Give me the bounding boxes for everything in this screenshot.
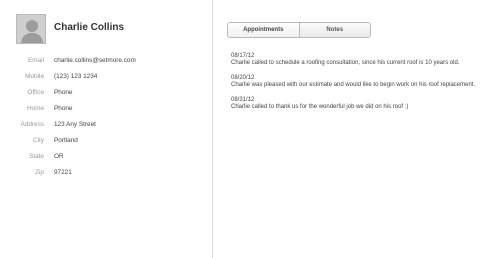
note-item: 08/31/12 Charlie called to thank us for … [231,97,491,111]
email-value[interactable]: charlie.collins@setmore.com [54,56,136,66]
field-row-home: Home Phone [0,104,213,114]
field-label-city: City [32,137,44,144]
note-text: Charlie called to thank us for the wonde… [231,104,409,110]
field-label-home: Home [26,105,44,112]
note-date: 08/20/12 [231,75,255,81]
field-label-state: State [29,153,44,160]
notes-list: 08/17/12 Charlie called to schedule a ro… [231,53,491,119]
field-label-email: Email [28,57,44,64]
tab-bar: Appointments Notes [227,22,371,38]
home-value[interactable]: Phone [54,104,72,114]
field-row-address: Address 123 Any Street [0,120,213,130]
field-row-state: State OR [0,152,213,162]
notes-panel: Appointments Notes 08/17/12 Charlie call… [213,0,500,258]
field-row-mobile: Mobile (123) 123 1234 [0,72,213,82]
avatar [16,14,46,44]
field-row-email: Email charlie.collins@setmore.com [0,56,213,66]
office-value[interactable]: Phone [54,88,72,98]
state-value: OR [54,153,64,160]
note-item: 08/17/12 Charlie called to schedule a ro… [231,53,491,67]
zip-value: 97221 [54,169,72,176]
address-value: 123 Any Street [54,121,96,128]
contact-name: Charlie Collins [54,22,125,33]
field-row-office: Office Phone [0,88,213,98]
note-text: Charlie was pleased with our estimate an… [231,82,476,88]
contact-panel: Charlie Collins Email charlie.collins@se… [0,0,213,258]
field-label-mobile: Mobile [25,73,44,80]
user-silhouette-icon [17,15,45,43]
field-row-zip: Zip 97221 [0,168,213,178]
note-date: 08/17/12 [231,53,255,59]
mobile-value[interactable]: (123) 123 1234 [54,72,97,82]
tab-appointments[interactable]: Appointments [228,23,300,37]
field-label-zip: Zip [35,169,44,176]
field-label-office: Office [27,89,44,96]
field-row-city: City Portland [0,136,213,146]
tab-notes[interactable]: Notes [299,23,370,37]
note-date: 08/31/12 [231,97,255,103]
note-item: 08/20/12 Charlie was pleased with our es… [231,75,491,89]
field-label-address: Address [20,121,44,128]
note-text: Charlie called to schedule a roofing con… [231,60,460,66]
city-value: Portland [54,137,78,144]
